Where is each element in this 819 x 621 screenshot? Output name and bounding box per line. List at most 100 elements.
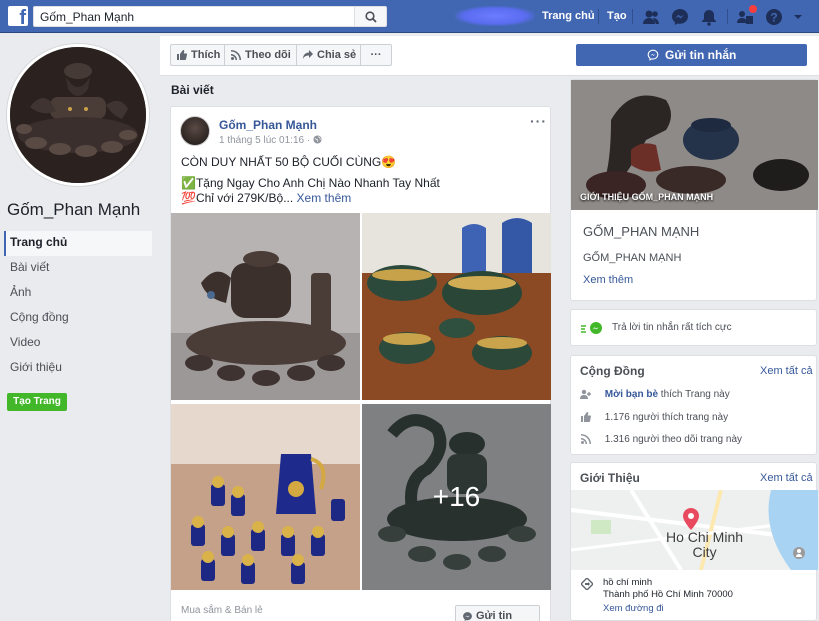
post-photo[interactable] — [171, 404, 360, 590]
post-timestamp[interactable]: 1 tháng 5 lúc 01:16 · — [219, 135, 322, 146]
response-card: Trả lời tin nhắn rất tích cực — [570, 309, 817, 346]
map-city-label: Ho Chi Minh City — [666, 530, 743, 560]
share-button[interactable]: Chia sẻ — [296, 44, 361, 66]
see-more-link[interactable]: Xem thêm — [297, 191, 352, 205]
invite-friends-link[interactable]: Mời bạn bè — [605, 389, 658, 400]
likes-count-text: 1.176 người thích trang này — [604, 412, 729, 423]
rss-follow-icon — [581, 434, 591, 445]
messenger-icon — [463, 612, 472, 621]
address-line: Thành phố Hồ Chí Minh 70000 — [603, 589, 733, 600]
page-sidebar-nav: Trang chủ Bài viết Ảnh Cộng đồng Video G… — [4, 231, 152, 381]
green-gold-tea-set-photo — [362, 213, 551, 400]
sidebar-item-videos[interactable]: Video — [4, 331, 152, 356]
sidebar-item-home[interactable]: Trang chủ — [4, 231, 152, 256]
send-message-label: Gửi tin nhắn — [664, 48, 737, 62]
posts-section-title: Bài viết — [171, 83, 214, 97]
intro-page-subtitle: GỐM_PHAN MẠNH — [583, 252, 682, 264]
more-actions-button[interactable]: ··· — [360, 44, 392, 66]
invite-friends-row: Mời bạn bè thích Trang này — [580, 389, 730, 400]
map-city-line: City — [692, 544, 717, 560]
like-button[interactable]: Thích — [170, 44, 225, 66]
rss-follow-icon — [231, 50, 241, 60]
sidebar-item-posts[interactable]: Bài viết — [4, 256, 152, 281]
followers-count-text: 1.316 người theo dõi trang này — [604, 434, 743, 445]
messenger-icon — [647, 49, 658, 61]
map-city-line: Ho Chi Minh — [666, 529, 744, 545]
share-arrow-icon — [303, 50, 313, 59]
invite-friends-text: thích Trang này — [658, 389, 730, 400]
notifications-bell-icon[interactable] — [699, 7, 719, 27]
about-title: Giới Thiệu — [580, 471, 640, 485]
post-options-button[interactable]: ··· — [530, 113, 547, 129]
invite-friends-icon — [580, 390, 591, 400]
facebook-logo-icon[interactable]: f — [8, 6, 28, 28]
followers-count-row: 1.316 người theo dõi trang này — [580, 434, 742, 445]
post-text-line: 💯Chỉ với 279K/Bộ... Xem thêm — [181, 191, 351, 205]
sidebar-item-photos[interactable]: Ảnh — [4, 281, 152, 306]
about-see-all-link[interactable]: Xem tất cả — [760, 472, 813, 484]
about-card: Giới Thiệu Xem tất cả Ho Chi Minh City h… — [570, 462, 818, 621]
get-directions-link[interactable]: Xem đường đi — [603, 603, 733, 615]
map-location-pin-icon — [683, 508, 699, 530]
page-category: Mua sắm & Bán lẻ — [181, 605, 263, 616]
address-line: hồ chí minh — [603, 577, 653, 588]
location-marker-icon — [581, 578, 593, 590]
friend-requests-icon[interactable] — [641, 7, 661, 27]
page-cover-video[interactable]: GIỚI THIỆU GỐM_PHAN MẠNH — [571, 80, 818, 210]
sidebar-item-community[interactable]: Cộng đồng — [4, 306, 152, 331]
post-photo[interactable] — [362, 213, 551, 400]
map-expand-icon[interactable] — [792, 546, 806, 560]
create-page-button[interactable]: Tạo Trang — [7, 393, 67, 411]
post-text-line: ✅Tặng Ngay Cho Anh Chị Nào Nhanh Tay Nhấ… — [181, 176, 440, 190]
like-label: Thích — [191, 49, 221, 61]
svg-text:?: ? — [770, 11, 777, 25]
intro-page-title: GỐM_PHAN MẠNH — [583, 224, 700, 239]
nav-create-link[interactable]: Tạo — [607, 10, 627, 22]
share-label: Chia sẻ — [317, 49, 357, 61]
community-title: Cộng Đồng — [580, 364, 645, 378]
intro-see-more-link[interactable]: Xem thêm — [583, 274, 633, 286]
thumbs-up-icon — [177, 50, 187, 60]
post-send-message-label: Gửi tin nhắn — [476, 610, 513, 621]
blue-gold-wine-set-photo — [171, 404, 360, 590]
post-author-name[interactable]: Gốm_Phan Mạnh — [219, 118, 317, 132]
nav-divider — [727, 9, 728, 24]
dark-clay-tea-set-photo — [171, 213, 360, 400]
thumbs-up-icon — [581, 412, 592, 423]
post-photo[interactable] — [171, 213, 360, 400]
post-text-excerpt: 💯Chỉ với 279K/Bộ... — [181, 191, 294, 205]
notification-badge — [749, 5, 757, 13]
horse-tea-set-photo — [571, 80, 818, 210]
cover-caption: GIỚI THIỆU GỐM_PHAN MẠNH — [580, 192, 714, 202]
messenger-icon[interactable] — [670, 7, 690, 27]
top-bar: f Gốm_Phan Mạnh Trang chủ Tạo ? — [0, 0, 819, 33]
tea-set-photo — [10, 47, 146, 183]
search-icon — [365, 11, 377, 23]
community-see-all-link[interactable]: Xem tất cả — [760, 365, 813, 377]
send-message-button[interactable]: Gửi tin nhắn — [576, 44, 807, 66]
help-icon[interactable]: ? — [764, 7, 784, 27]
nav-home-link[interactable]: Trang chủ — [542, 10, 595, 22]
page-profile-picture[interactable] — [7, 44, 149, 186]
search-input[interactable]: Gốm_Phan Mạnh — [33, 6, 355, 27]
response-rate-text: Trả lời tin nhắn rất tích cực — [612, 322, 732, 333]
redacted-profile-name — [455, 6, 535, 26]
likes-count-row: 1.176 người thích trang này — [580, 412, 728, 423]
sidebar-item-about[interactable]: Giới thiệu — [4, 356, 152, 381]
post-photo-more[interactable]: +16 — [362, 404, 551, 590]
account-menu-caret-icon[interactable] — [792, 7, 804, 27]
nav-divider — [632, 9, 633, 24]
nav-divider — [598, 9, 599, 24]
post-text-line: CÒN DUY NHẤT 50 BỘ CUỐI CÙNG😍 — [181, 155, 397, 169]
globe-public-icon — [313, 135, 322, 144]
post-time-text: 1 tháng 5 lúc 01:16 · — [219, 135, 313, 146]
post-send-message-button[interactable]: Gửi tin nhắn — [455, 605, 540, 621]
community-card: Cộng Đồng Xem tất cả Mời bạn bè thích Tr… — [570, 355, 817, 455]
page-name[interactable]: Gốm_Phan Mạnh — [7, 200, 140, 220]
follow-button[interactable]: Theo dõi — [224, 44, 297, 66]
post-author-avatar[interactable] — [180, 116, 210, 146]
search-button[interactable] — [354, 6, 387, 27]
location-map[interactable]: Ho Chi Minh City — [571, 490, 818, 570]
address-block: hồ chí minh Thành phố Hồ Chí Minh 70000 … — [603, 577, 733, 615]
fast-response-messenger-icon — [581, 322, 602, 334]
